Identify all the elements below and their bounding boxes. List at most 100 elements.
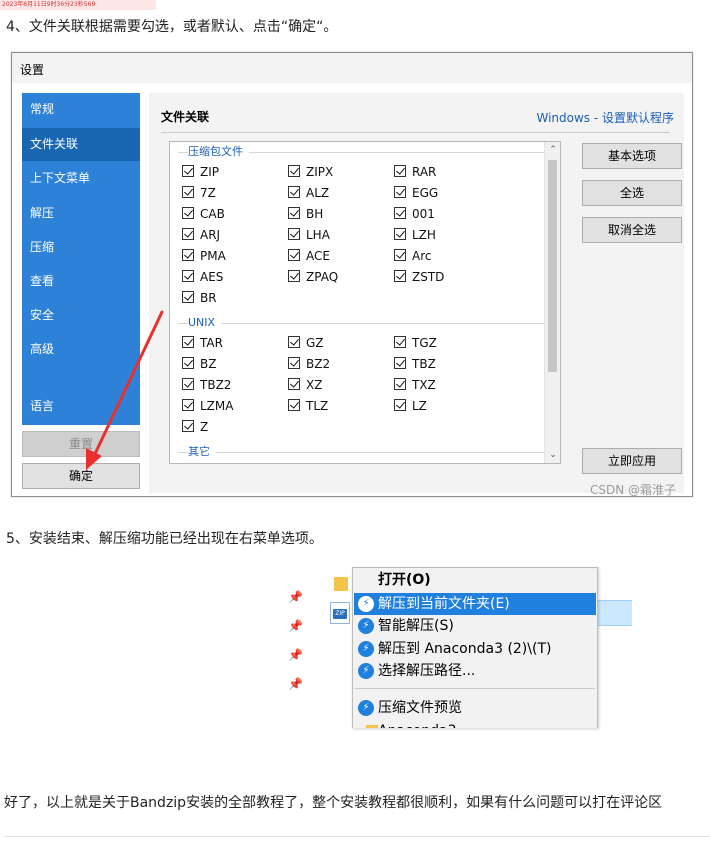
checkmark-icon[interactable] xyxy=(288,378,300,390)
checkmark-icon[interactable] xyxy=(394,378,406,390)
checkmark-icon[interactable] xyxy=(288,186,300,198)
sidebar-item-context-menu[interactable]: 上下文菜单 xyxy=(22,162,140,195)
checkmark-icon[interactable] xyxy=(394,186,406,198)
checkbox-z[interactable]: Z xyxy=(182,419,208,435)
scroll-up-icon[interactable]: ⌃ xyxy=(545,142,560,158)
menu-item-label: 解压到当前文件夹(E) xyxy=(378,596,510,612)
checkbox-cab[interactable]: CAB xyxy=(182,206,225,222)
basic-options-button[interactable]: 基本选项 xyxy=(582,143,682,169)
checkmark-icon[interactable] xyxy=(394,249,406,261)
selected-file-row[interactable] xyxy=(596,600,632,626)
checkmark-icon[interactable] xyxy=(182,378,194,390)
sidebar-item-compress[interactable]: 压缩 xyxy=(22,231,140,264)
checkbox-pma[interactable]: PMA xyxy=(182,248,226,264)
menu-item[interactable]: 打开(O) xyxy=(354,569,596,591)
folder-icon[interactable] xyxy=(334,577,348,591)
checkbox-zstd[interactable]: ZSTD xyxy=(394,269,444,285)
checkmark-icon[interactable] xyxy=(182,357,194,369)
checkbox-001[interactable]: 001 xyxy=(394,206,435,222)
checkbox-arc[interactable]: Arc xyxy=(394,248,431,264)
checkmark-icon[interactable] xyxy=(182,270,194,282)
zip-file-icon[interactable]: ZIP xyxy=(330,602,350,624)
checkmark-icon[interactable] xyxy=(182,228,194,240)
checkbox-tbz[interactable]: TBZ xyxy=(394,356,436,372)
sidebar-item-view[interactable]: 查看 xyxy=(22,265,140,298)
checkmark-icon[interactable] xyxy=(182,249,194,261)
list-scrollbar[interactable]: ⌃ ⌄ xyxy=(544,142,560,463)
checkbox-aes[interactable]: AES xyxy=(182,269,223,285)
checkmark-icon[interactable] xyxy=(182,336,194,348)
select-all-button[interactable]: 全选 xyxy=(582,180,682,206)
checkmark-icon[interactable] xyxy=(394,336,406,348)
checkbox-bz2[interactable]: BZ2 xyxy=(288,356,330,372)
checkbox-lzh[interactable]: LZH xyxy=(394,227,436,243)
checkbox-lz[interactable]: LZ xyxy=(394,398,427,414)
checkmark-icon[interactable] xyxy=(288,249,300,261)
sidebar-item-general[interactable]: 常规 xyxy=(22,93,140,126)
checkbox-ace[interactable]: ACE xyxy=(288,248,330,264)
checkbox-zipx[interactable]: ZIPX xyxy=(288,164,333,180)
windows-default-programs-link[interactable]: Windows - 设置默认程序 xyxy=(536,109,674,126)
group-label: 压缩包文件 xyxy=(188,144,249,160)
checkbox-txz[interactable]: TXZ xyxy=(394,377,436,393)
checkmark-icon[interactable] xyxy=(394,270,406,282)
sidebar-item-file-association[interactable]: 文件关联 xyxy=(22,128,140,161)
menu-item[interactable]: Anaconda3 xyxy=(354,720,596,728)
checkbox-bz[interactable]: BZ xyxy=(182,356,216,372)
reset-button[interactable]: 重置 xyxy=(22,431,140,457)
checkbox-label: Z xyxy=(200,420,209,434)
checkmark-icon[interactable] xyxy=(394,207,406,219)
checkbox-7z[interactable]: 7Z xyxy=(182,185,216,201)
checkmark-icon[interactable] xyxy=(182,186,194,198)
checkmark-icon[interactable] xyxy=(288,207,300,219)
checkbox-br[interactable]: BR xyxy=(182,290,217,306)
checkbox-egg[interactable]: EGG xyxy=(394,185,438,201)
checkbox-tlz[interactable]: TLZ xyxy=(288,398,328,414)
ok-button[interactable]: 确定 xyxy=(22,463,140,489)
scroll-thumb[interactable] xyxy=(548,160,557,372)
checkmark-icon[interactable] xyxy=(394,165,406,177)
checkmark-icon[interactable] xyxy=(182,165,194,177)
checkbox-zip[interactable]: ZIP xyxy=(182,164,219,180)
sidebar-item-language[interactable]: 语言 xyxy=(22,390,140,423)
checkbox-lzma[interactable]: LZMA xyxy=(182,398,233,414)
menu-item[interactable]: ⚡ 压缩文件预览 xyxy=(354,697,596,719)
checkmark-icon[interactable] xyxy=(182,399,194,411)
checkmark-icon[interactable] xyxy=(288,270,300,282)
checkbox-label: ZSTD xyxy=(412,270,445,284)
checkmark-icon[interactable] xyxy=(182,420,194,432)
checkbox-tgz[interactable]: TGZ xyxy=(394,335,437,351)
checkbox-alz[interactable]: ALZ xyxy=(288,185,329,201)
checkbox-zpaq[interactable]: ZPAQ xyxy=(288,269,338,285)
menu-item[interactable]: ⚡ 解压到 Anaconda3 (2)\(T) xyxy=(354,638,596,660)
menu-item[interactable]: ⚡ 解压到当前文件夹(E) xyxy=(354,593,596,615)
checkbox-bh[interactable]: BH xyxy=(288,206,323,222)
apply-now-button[interactable]: 立即应用 xyxy=(582,448,682,474)
deselect-all-button[interactable]: 取消全选 xyxy=(582,217,682,243)
sidebar-item-security[interactable]: 安全 xyxy=(22,299,140,332)
menu-item[interactable]: ⚡ 智能解压(S) xyxy=(354,615,596,637)
checkmark-icon[interactable] xyxy=(288,165,300,177)
checkbox-tar[interactable]: TAR xyxy=(182,335,223,351)
sidebar-item-advanced[interactable]: 高级 xyxy=(22,333,140,366)
checkmark-icon[interactable] xyxy=(394,357,406,369)
checkmark-icon[interactable] xyxy=(182,207,194,219)
checkbox-gz[interactable]: GZ xyxy=(288,335,324,351)
checkbox-tbz2[interactable]: TBZ2 xyxy=(182,377,231,393)
checkmark-icon[interactable] xyxy=(288,399,300,411)
checkbox-label: BR xyxy=(200,291,217,305)
checkbox-xz[interactable]: XZ xyxy=(288,377,322,393)
menu-item[interactable]: ⚡ 选择解压路径... xyxy=(354,660,596,682)
scroll-down-icon[interactable]: ⌄ xyxy=(545,447,560,463)
checkbox-rar[interactable]: RAR xyxy=(394,164,436,180)
checkbox-arj[interactable]: ARJ xyxy=(182,227,220,243)
checkmark-icon[interactable] xyxy=(182,291,194,303)
checkmark-icon[interactable] xyxy=(288,357,300,369)
checkmark-icon[interactable] xyxy=(394,399,406,411)
sidebar-item-extract[interactable]: 解压 xyxy=(22,197,140,230)
checkbox-lha[interactable]: LHA xyxy=(288,227,330,243)
checkmark-icon[interactable] xyxy=(394,228,406,240)
checkmark-icon[interactable] xyxy=(288,336,300,348)
checkmark-icon[interactable] xyxy=(288,228,300,240)
checkbox-label: 001 xyxy=(412,207,435,221)
